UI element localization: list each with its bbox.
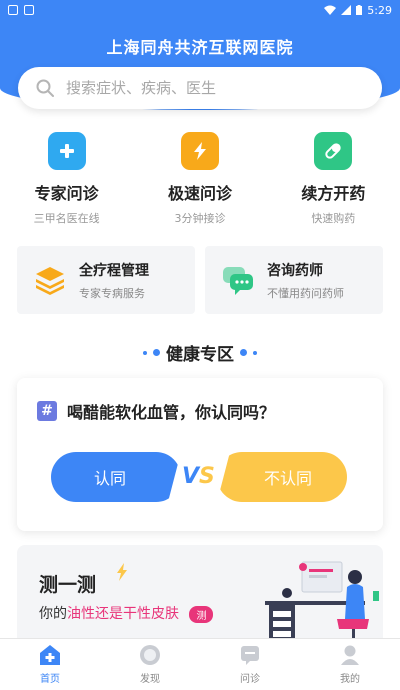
decor-dot: [253, 350, 257, 355]
poll-card: # 喝醋能软化血管，你认同吗？ 认同 VS 不认同: [17, 378, 383, 531]
service-title: 极速问诊: [167, 184, 232, 203]
agree-button[interactable]: 认同: [51, 452, 181, 502]
test-button[interactable]: 测: [189, 605, 214, 623]
card-subtitle: 专家专病服务: [79, 286, 145, 300]
image-icon: [24, 5, 34, 15]
chat-icon: [223, 267, 253, 295]
section-title: 健康专区: [0, 340, 400, 365]
tab-label: 我的: [340, 674, 360, 685]
tab-home[interactable]: 首页: [0, 639, 100, 690]
section-title-text: 健康专区: [166, 345, 234, 365]
test-subtitle: 你的油性还是干性皮肤 测: [39, 603, 214, 623]
poll-question-text: 喝醋能软化血管，你认同吗？: [67, 403, 276, 422]
wifi-icon: [324, 5, 337, 15]
lightning-icon: [180, 132, 219, 170]
tab-discover[interactable]: 发现: [100, 639, 200, 690]
notification-icon: [8, 5, 18, 15]
service-fast[interactable]: 极速问诊 3分钟接诊: [133, 132, 266, 232]
plus-icon: [47, 132, 86, 170]
user-icon: [341, 645, 359, 665]
card-subtitle: 不懂用药问药师: [267, 286, 344, 300]
tab-label: 问诊: [240, 674, 260, 685]
service-subtitle: 3分钟接诊: [174, 212, 226, 225]
feature-cards: 全疗程管理 专家专病服务 咨询药师 不懂用药问药师: [17, 246, 383, 314]
status-time: 5:29: [367, 3, 392, 17]
lightning-decor-icon: [117, 563, 127, 581]
service-title: 专家问诊: [34, 184, 99, 203]
search-input[interactable]: [66, 79, 346, 97]
layers-icon: [36, 267, 64, 295]
signal-icon: [341, 5, 352, 15]
decor-dot: [143, 350, 147, 355]
discover-icon: [140, 645, 160, 665]
status-right: 5:29: [324, 4, 392, 17]
decor-dot: [153, 349, 160, 356]
service-subtitle: 快速购药: [311, 212, 356, 225]
vs-v: V: [182, 464, 200, 489]
test-title: 测一测: [39, 574, 97, 596]
search-bar[interactable]: [18, 67, 382, 109]
service-subtitle: 三甲名医在线: [33, 212, 100, 225]
tab-label: 首页: [40, 674, 60, 685]
status-left: [8, 5, 34, 15]
service-title: 续方开药: [301, 184, 366, 203]
person-at-desk-illustration: [265, 561, 379, 645]
poll-question: # 喝醋能软化血管，你认同吗？: [37, 399, 275, 423]
tab-consult[interactable]: 问诊: [200, 639, 300, 690]
pill-icon: [314, 132, 353, 170]
vs-s: S: [199, 464, 215, 489]
hashtag-icon: #: [37, 401, 57, 421]
card-title: 全疗程管理: [79, 262, 149, 279]
tab-profile[interactable]: 我的: [300, 639, 400, 690]
search-icon: [36, 79, 54, 97]
service-refill[interactable]: 续方开药 快速购药: [267, 132, 400, 232]
vs-label: VS: [182, 464, 215, 489]
test-banner[interactable]: 测一测 你的油性还是干性皮肤 测: [17, 545, 383, 645]
decor-dot: [240, 349, 247, 356]
battery-icon: [356, 5, 363, 15]
card-pharmacist[interactable]: 咨询药师 不懂用药问药师: [205, 246, 383, 314]
page-title: 上海同舟共济互联网医院: [106, 38, 294, 57]
home-plus-icon: [40, 645, 60, 665]
test-highlight: 油性还是干性皮肤: [67, 606, 179, 622]
disagree-button[interactable]: 不认同: [217, 452, 347, 502]
card-title: 咨询药师: [267, 262, 323, 279]
service-row: 专家问诊 三甲名医在线 极速问诊 3分钟接诊 续方开药 快速购药: [0, 132, 400, 232]
consult-icon: [241, 646, 259, 665]
tab-label: 发现: [140, 674, 160, 685]
service-expert[interactable]: 专家问诊 三甲名医在线: [0, 132, 133, 232]
card-treatment-management[interactable]: 全疗程管理 专家专病服务: [17, 246, 195, 314]
status-bar: 5:29: [0, 0, 400, 20]
tab-bar: 首页 发现 问诊 我的: [0, 638, 400, 690]
test-prefix: 你的: [39, 606, 67, 622]
